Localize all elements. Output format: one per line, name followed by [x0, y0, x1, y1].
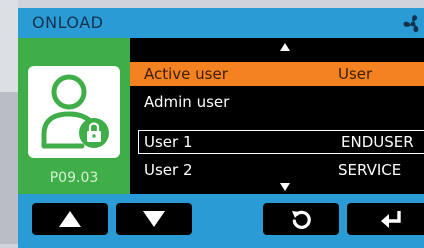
- arrow-down-icon: [143, 211, 165, 227]
- back-icon: [292, 210, 311, 229]
- back-button[interactable]: [263, 203, 339, 235]
- screen-title: ONLOAD: [32, 13, 104, 32]
- enter-icon: [381, 211, 401, 228]
- list-item-label: Active user: [144, 65, 228, 83]
- scroll-up-button[interactable]: [32, 203, 108, 235]
- user-lock-icon: [28, 66, 120, 158]
- list-item-admin-user[interactable]: Admin user: [130, 90, 424, 114]
- enter-button[interactable]: [347, 203, 424, 235]
- list-item-label: User 2: [144, 161, 193, 179]
- arrow-up-icon: [59, 211, 81, 227]
- parameter-code: P09.03: [49, 170, 99, 186]
- list-item-label: User 1: [144, 133, 193, 151]
- list-item-value: SERVICE: [338, 161, 402, 179]
- list-item-label: Admin user: [144, 93, 230, 111]
- user-status-panel: P09.03: [18, 38, 130, 194]
- user-list: Active user User Admin user User 1 ENDUS…: [130, 38, 424, 194]
- scroll-up-indicator-icon: [280, 43, 290, 51]
- list-item-user-1[interactable]: User 1 ENDUSER: [138, 130, 424, 154]
- background-left-lower: [0, 92, 18, 244]
- list-item-user-2[interactable]: User 2 SERVICE: [130, 158, 424, 182]
- fan-icon: [402, 13, 424, 35]
- list-item-value: User: [338, 65, 373, 83]
- title-bar: ONLOAD: [18, 8, 424, 38]
- scroll-down-button[interactable]: [116, 203, 192, 235]
- hmi-screen: ONLOAD P09.03 Active user User Admin use…: [18, 8, 424, 248]
- navigation-toolbar: [18, 194, 424, 248]
- list-item-value: ENDUSER: [341, 133, 414, 151]
- scroll-down-indicator-icon: [280, 183, 290, 191]
- list-item-active-user[interactable]: Active user User: [130, 62, 424, 86]
